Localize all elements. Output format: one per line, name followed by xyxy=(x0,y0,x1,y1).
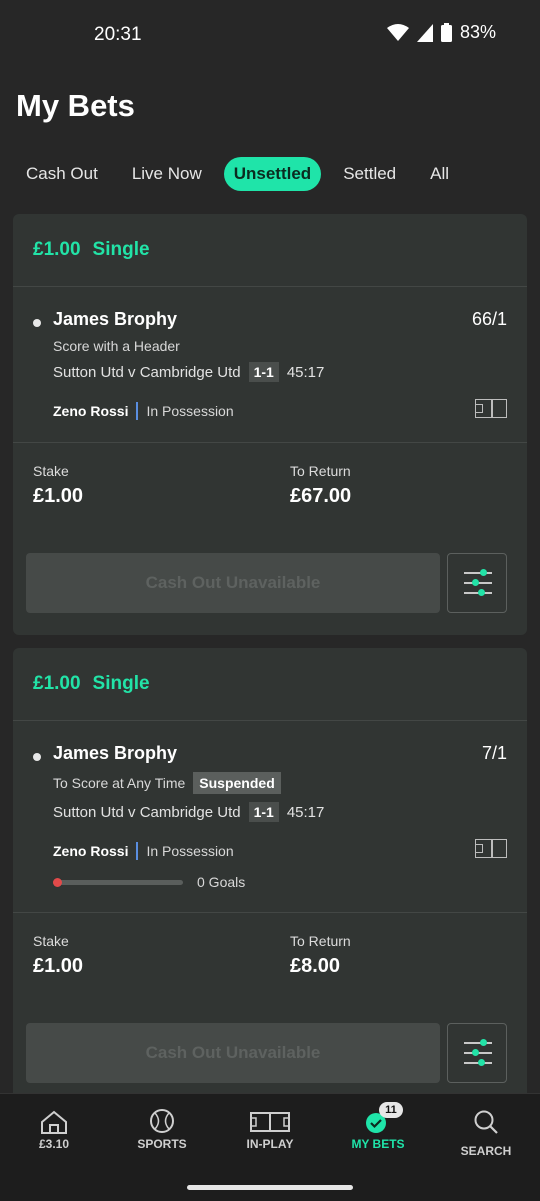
live-player-status: Zeno Rossi In Possession xyxy=(53,402,507,420)
match-name: Sutton Utd v Cambridge Utd xyxy=(53,363,241,381)
selection-odds: 7/1 xyxy=(481,743,507,763)
player-status: In Possession xyxy=(146,403,234,419)
market-name: To Score at Any Time xyxy=(53,775,186,791)
selection-market: Score with a Header xyxy=(53,338,507,354)
bet-card: £1.00 Single James Brophy 66/1 Score wit… xyxy=(13,214,527,635)
status-time: 20:31 xyxy=(94,24,142,45)
selection-market: To Score at Any Time Suspended xyxy=(53,772,507,794)
suspended-badge: Suspended xyxy=(193,772,281,794)
live-player-status: Zeno Rossi In Possession xyxy=(53,842,507,860)
match-time: 45:17 xyxy=(286,803,325,821)
player-status: In Possession xyxy=(146,843,234,859)
selection-dot-icon xyxy=(33,319,41,327)
nav-sports[interactable]: SPORTS xyxy=(108,1094,216,1174)
match-info[interactable]: Sutton Utd v Cambridge Utd 1-1 45:17 xyxy=(53,362,507,382)
progress-label: 0 Goals xyxy=(197,874,246,890)
page-title: My Bets xyxy=(16,88,135,123)
ball-icon xyxy=(150,1109,174,1133)
pitch-icon xyxy=(250,1112,290,1132)
home-icon xyxy=(41,1110,67,1134)
nav-my-bets[interactable]: 11 MY BETS xyxy=(324,1094,432,1174)
selection-name: James Brophy xyxy=(53,743,178,763)
nav-home[interactable]: £3.10 xyxy=(0,1094,108,1174)
tab-unsettled[interactable]: Unsettled xyxy=(223,157,322,191)
cash-out-settings-button[interactable] xyxy=(447,1023,507,1083)
match-score: 1-1 xyxy=(248,362,279,382)
market-name: Score with a Header xyxy=(53,338,180,354)
bet-card-header[interactable]: £1.00 Single xyxy=(13,648,527,721)
selection-odds: 66/1 xyxy=(471,309,507,329)
bet-type: Single xyxy=(92,239,150,260)
player-name: Zeno Rossi xyxy=(53,843,129,859)
bet-stake-header: £1.00 xyxy=(33,673,81,694)
home-indicator[interactable] xyxy=(187,1185,353,1190)
cash-out-button[interactable]: Cash Out Unavailable xyxy=(26,1023,440,1083)
return-value: £67.00 xyxy=(290,485,352,507)
nav-label: IN-PLAY xyxy=(246,1137,294,1151)
my-bets-count-badge: 11 xyxy=(379,1102,403,1118)
divider xyxy=(136,402,139,420)
bet-stake-header: £1.00 xyxy=(33,239,81,260)
bet-selection: James Brophy 7/1 To Score at Any Time Su… xyxy=(13,721,527,890)
tab-settled[interactable]: Settled xyxy=(331,157,408,191)
signal-icon xyxy=(416,23,433,42)
bet-actions: Cash Out Unavailable xyxy=(13,553,527,633)
bet-filter-tabs: Cash Out Live Now Unsettled Settled All xyxy=(14,156,471,192)
nav-in-play[interactable]: IN-PLAY xyxy=(216,1094,324,1174)
nav-search[interactable]: SEARCH xyxy=(432,1094,540,1174)
bet-card-header[interactable]: £1.00 Single xyxy=(13,214,527,287)
bet-returns: Stake £1.00 To Return £67.00 xyxy=(13,443,527,553)
bet-actions: Cash Out Unavailable xyxy=(13,1023,527,1098)
nav-label: SPORTS xyxy=(137,1137,187,1151)
wifi-icon xyxy=(386,23,409,41)
battery-icon xyxy=(440,23,452,42)
selection-name: James Brophy xyxy=(53,309,178,329)
bet-selection: James Brophy 66/1 Score with a Header Su… xyxy=(13,287,527,420)
match-time: 45:17 xyxy=(286,363,325,381)
battery-percent: 83% xyxy=(459,22,496,42)
progress-knob xyxy=(53,877,62,887)
nav-label: SEARCH xyxy=(460,1144,512,1158)
nav-label: £3.10 xyxy=(38,1137,70,1151)
progress-bar xyxy=(53,877,183,887)
tab-cash-out[interactable]: Cash Out xyxy=(14,157,110,191)
stake-value: £1.00 xyxy=(33,485,84,507)
goals-progress: 0 Goals xyxy=(53,874,507,890)
match-score: 1-1 xyxy=(248,802,279,822)
bet-card: £1.00 Single James Brophy 7/1 To Score a… xyxy=(13,648,527,1098)
selection-dot-icon xyxy=(33,753,41,761)
stake-label: Stake xyxy=(33,463,69,479)
search-icon xyxy=(474,1110,498,1134)
pitch-icon[interactable] xyxy=(475,399,507,418)
stake-label: Stake xyxy=(33,933,69,949)
tab-all[interactable]: All xyxy=(418,157,461,191)
cash-out-button[interactable]: Cash Out Unavailable xyxy=(26,553,440,613)
nav-label: MY BETS xyxy=(351,1137,405,1151)
return-label: To Return xyxy=(290,463,351,479)
divider xyxy=(136,842,139,860)
stake-value: £1.00 xyxy=(33,955,84,977)
bet-type: Single xyxy=(92,673,150,694)
pitch-icon[interactable] xyxy=(475,839,507,858)
return-value: £8.00 xyxy=(290,955,341,977)
tab-live-now[interactable]: Live Now xyxy=(120,157,214,191)
match-info[interactable]: Sutton Utd v Cambridge Utd 1-1 45:17 xyxy=(53,802,507,822)
return-label: To Return xyxy=(290,933,351,949)
bet-returns: Stake £1.00 To Return £8.00 xyxy=(13,913,527,1023)
match-name: Sutton Utd v Cambridge Utd xyxy=(53,803,241,821)
status-bar: 20:31 83% xyxy=(0,0,540,70)
player-name: Zeno Rossi xyxy=(53,403,129,419)
cash-out-settings-button[interactable] xyxy=(447,553,507,613)
